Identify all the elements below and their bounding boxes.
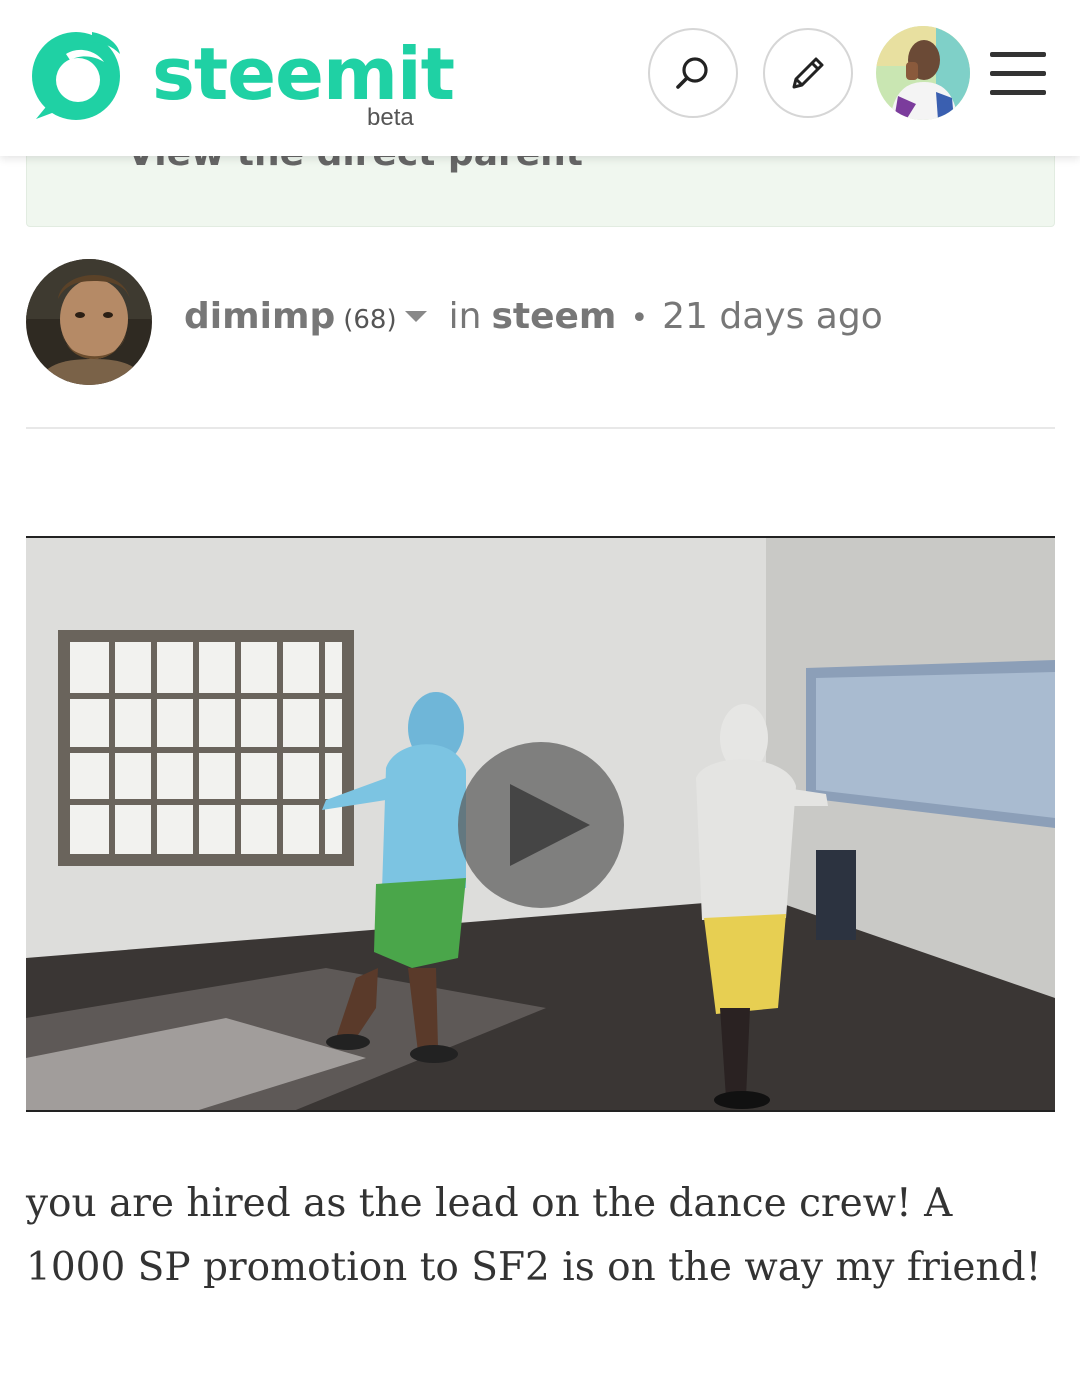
post-meta: dimimp (68) in steem • 21 days ago — [184, 296, 883, 337]
search-icon — [676, 57, 708, 89]
divider — [26, 427, 1055, 429]
search-button[interactable] — [648, 28, 738, 118]
beta-label: beta — [367, 104, 414, 131]
pencil-icon — [792, 57, 824, 89]
play-button[interactable] — [458, 742, 624, 908]
top-header: steemit beta — [0, 0, 1080, 156]
play-icon — [510, 784, 590, 866]
chevron-down-icon[interactable] — [404, 311, 427, 322]
category-link[interactable]: steem — [491, 296, 616, 337]
in-label: in — [448, 296, 482, 337]
steemit-logo-icon[interactable] — [26, 24, 126, 124]
brand-name[interactable]: steemit — [152, 34, 455, 114]
comment-body: you are hired as the lead on the dance c… — [26, 1181, 1042, 1290]
author-reputation: (68) — [343, 305, 397, 335]
create-post-button[interactable] — [763, 28, 853, 118]
user-avatar[interactable] — [876, 26, 970, 120]
author-name[interactable]: dimimp — [184, 296, 335, 337]
author-avatar[interactable] — [26, 259, 152, 385]
hamburger-menu-icon[interactable] — [990, 50, 1048, 98]
meta-separator: • — [630, 301, 649, 336]
post-timestamp[interactable]: 21 days ago — [662, 296, 883, 337]
